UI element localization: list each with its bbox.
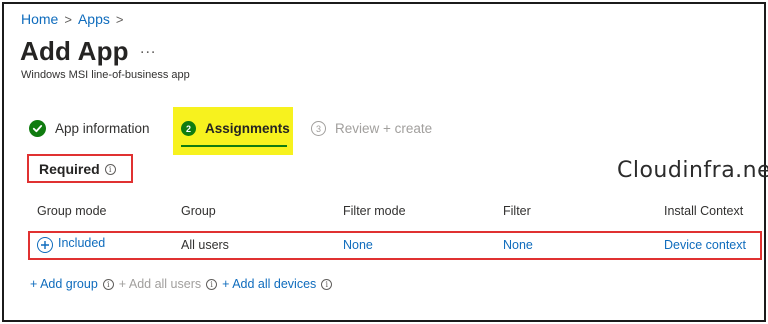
cell-install-context[interactable]: Device context [664, 238, 746, 252]
section-title-text: Required [39, 161, 100, 177]
info-icon[interactable]: i [206, 278, 218, 290]
cell-group: All users [181, 238, 229, 252]
breadcrumb-home[interactable]: Home [21, 11, 58, 27]
step-review-create[interactable]: 3 Review + create [311, 121, 432, 136]
column-header-install-context: Install Context [664, 204, 744, 218]
add-group-link[interactable]: + Add group [30, 277, 98, 291]
page-title: Add App [20, 36, 129, 66]
info-icon[interactable]: i [321, 278, 333, 290]
step-app-information[interactable]: App information [29, 120, 150, 137]
page-subtitle: Windows MSI line-of-business app [21, 69, 190, 81]
step-label: Assignments [205, 121, 290, 136]
table-row-callout [28, 231, 762, 260]
watermark: Cloudinfra.net [617, 158, 768, 183]
more-options-button[interactable]: ... [140, 40, 156, 58]
step-label: App information [55, 121, 150, 136]
step-assignments[interactable]: 2 Assignments [181, 121, 290, 136]
active-step-indicator [181, 145, 287, 147]
cell-group-mode[interactable]: Included [37, 236, 105, 253]
cell-filter[interactable]: None [503, 238, 533, 252]
step-number-badge: 3 [311, 121, 326, 136]
step-number-badge: 2 [181, 121, 196, 136]
plus-circle-icon [37, 237, 53, 253]
column-header-group: Group [181, 204, 216, 218]
info-icon[interactable]: i [104, 163, 116, 175]
column-header-filter-mode: Filter mode [343, 204, 406, 218]
group-mode-value: Included [58, 236, 106, 250]
assignment-actions: + Add group i + Add all users i + Add al… [30, 277, 333, 291]
breadcrumb: Home > Apps > [21, 11, 123, 27]
section-title: Required i [39, 161, 116, 177]
add-all-users-link[interactable]: + Add all users [119, 277, 201, 291]
breadcrumb-separator: > [115, 11, 124, 27]
step-label: Review + create [335, 121, 433, 136]
info-icon[interactable]: i [102, 278, 114, 290]
breadcrumb-apps[interactable]: Apps [78, 11, 110, 27]
cell-filter-mode[interactable]: None [343, 238, 373, 252]
breadcrumb-separator: > [64, 11, 72, 27]
checkmark-icon [29, 120, 46, 137]
column-header-group-mode: Group mode [37, 204, 107, 218]
add-all-devices-link[interactable]: + Add all devices [222, 277, 316, 291]
column-header-filter: Filter [503, 204, 531, 218]
